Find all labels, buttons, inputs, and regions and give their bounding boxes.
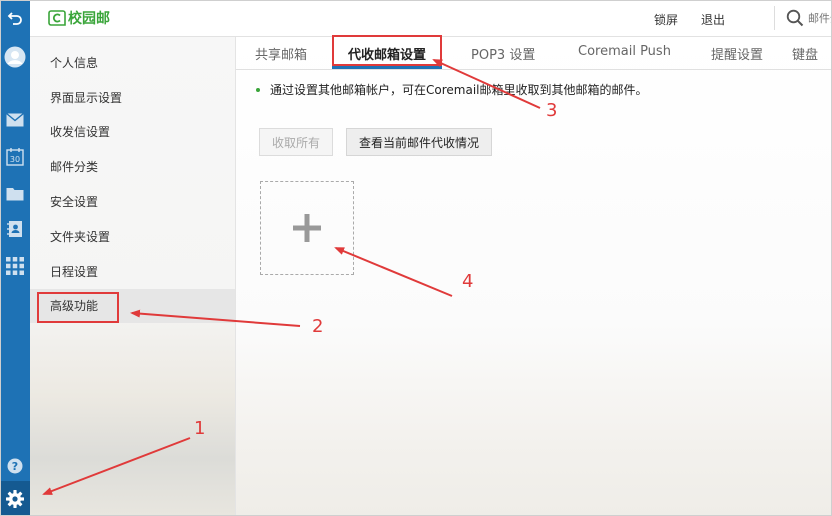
fetch-all-button[interactable]: 收取所有: [259, 128, 334, 156]
info-line: 通过设置其他邮箱帐户，可在Coremail邮箱里收取到其他邮箱的邮件。: [256, 81, 648, 98]
app-logo[interactable]: 校园邮: [48, 8, 110, 28]
logout-link[interactable]: 退出: [701, 11, 725, 28]
sidebar-item-folder[interactable]: 文件夹设置: [30, 220, 235, 254]
header-divider: [774, 6, 775, 30]
mail-icon[interactable]: [0, 105, 30, 135]
tab-shared-mailbox[interactable]: 共享邮箱: [255, 44, 307, 63]
top-header: 校园邮 锁屏 退出: [30, 0, 832, 37]
sidebar-item-label: 安全设置: [50, 195, 99, 209]
annotation-box-tab: [332, 35, 442, 66]
lock-screen-link[interactable]: 锁屏: [654, 11, 678, 28]
sidebar-item-display[interactable]: 界面显示设置: [30, 81, 235, 115]
sidebar-item-send-receive[interactable]: 收发信设置: [30, 115, 235, 149]
tab-pop3[interactable]: POP3 设置: [471, 44, 535, 63]
plus-icon: [293, 214, 321, 242]
tab-keyboard[interactable]: 键盘: [792, 44, 818, 63]
search-input[interactable]: [808, 9, 832, 27]
annotation-number-4: 4: [462, 271, 474, 292]
logo-mark-icon: [48, 10, 66, 26]
annotation-number-1: 1: [194, 418, 206, 439]
tab-reminder[interactable]: 提醒设置: [711, 44, 763, 63]
search-icon[interactable]: [786, 9, 804, 31]
sidebar-item-calendar[interactable]: 日程设置: [30, 255, 235, 289]
main-panel: 共享邮箱 代收邮箱设置 POP3 设置 Coremail Push 提醒设置 键…: [236, 37, 832, 516]
tab-coremail-push[interactable]: Coremail Push: [578, 44, 671, 59]
settings-sidebar: 个人信息 界面显示设置 收发信设置 邮件分类 安全设置 文件夹设置 日程设置 高…: [30, 37, 236, 516]
sidebar-item-personal-info[interactable]: 个人信息: [30, 46, 235, 80]
sidebar-item-label: 个人信息: [50, 56, 99, 70]
active-tab-indicator: [332, 66, 442, 69]
svg-text:30: 30: [10, 155, 20, 164]
sidebar-item-label: 日程设置: [50, 265, 99, 279]
settings-tabs: 共享邮箱 代收邮箱设置 POP3 设置 Coremail Push 提醒设置 键…: [236, 37, 832, 70]
avatar-icon[interactable]: [0, 42, 30, 72]
bullet-dot: [256, 87, 260, 92]
icon-rail: 30 ?: [0, 0, 30, 516]
back-arrow-icon[interactable]: [0, 3, 30, 33]
sidebar-item-label: 邮件分类: [50, 160, 99, 174]
sidebar-item-label: 收发信设置: [50, 125, 111, 139]
sidebar-item-label: 界面显示设置: [50, 91, 123, 105]
svg-text:?: ?: [12, 460, 18, 473]
apps-grid-icon[interactable]: [0, 251, 30, 281]
help-icon[interactable]: ?: [0, 451, 30, 481]
info-text: 通过设置其他邮箱帐户，可在Coremail邮箱里收取到其他邮箱的邮件。: [270, 83, 648, 97]
folder-icon[interactable]: [0, 178, 30, 208]
view-fetch-status-button[interactable]: 查看当前邮件代收情况: [346, 128, 493, 156]
annotation-number-3: 3: [546, 100, 558, 121]
sidebar-item-label: 文件夹设置: [50, 230, 111, 244]
add-account-button[interactable]: [260, 181, 354, 275]
annotation-number-2: 2: [312, 316, 324, 337]
contacts-icon[interactable]: [0, 214, 30, 244]
sidebar-item-mail-category[interactable]: 邮件分类: [30, 150, 235, 184]
sidebar-item-security[interactable]: 安全设置: [30, 185, 235, 219]
logo-text: 校园邮: [68, 11, 110, 27]
settings-gear-icon[interactable]: [0, 481, 30, 516]
calendar-icon[interactable]: 30: [0, 142, 30, 172]
annotation-box-advanced: [37, 292, 119, 323]
